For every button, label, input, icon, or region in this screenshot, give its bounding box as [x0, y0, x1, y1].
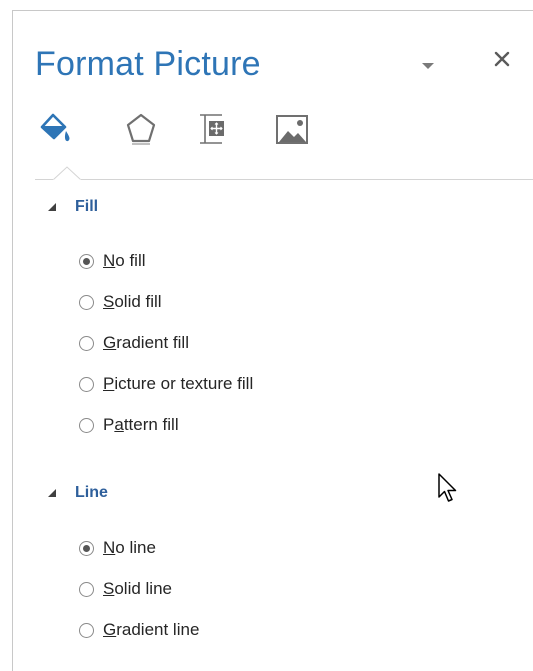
option-label: Solid line: [103, 579, 172, 598]
fill-option-solid-fill[interactable]: Solid fill: [79, 290, 162, 314]
option-label: Pattern fill: [103, 415, 179, 434]
option-label: No line: [103, 538, 156, 557]
radio-button[interactable]: [79, 253, 94, 269]
selected-tab-indicator: [52, 166, 82, 181]
tab-fill-line[interactable]: [35, 109, 75, 153]
tab-size-properties[interactable]: [191, 109, 231, 153]
radio-button[interactable]: [79, 376, 94, 392]
radio-button[interactable]: [79, 294, 94, 310]
line-option-no-line[interactable]: No line: [79, 536, 156, 560]
option-label: Picture or texture fill: [103, 374, 254, 393]
pane-title: Format Picture: [35, 45, 261, 83]
fill-section-label: Fill: [75, 198, 99, 215]
tab-picture[interactable]: [271, 109, 311, 153]
task-pane-options-button[interactable]: [421, 58, 435, 69]
collapse-arrow-icon: [48, 489, 56, 497]
size-properties-icon: [200, 114, 224, 144]
option-label: Gradient line: [103, 620, 200, 639]
option-label: Gradient fill: [103, 333, 189, 352]
option-label: Solid fill: [103, 292, 162, 311]
close-icon: [494, 51, 510, 67]
close-button[interactable]: [492, 49, 512, 69]
radio-button[interactable]: [79, 581, 94, 597]
radio-button[interactable]: [79, 335, 94, 351]
line-option-gradient-line[interactable]: Gradient line: [79, 618, 199, 642]
fill-option-picture-texture-fill[interactable]: Picture or texture fill: [79, 372, 253, 396]
format-picture-pane: Format Picture Fill No fill Solid fill G…: [12, 10, 533, 671]
fill-option-gradient-fill[interactable]: Gradient fill: [79, 331, 189, 355]
radio-button[interactable]: [79, 417, 94, 433]
line-section-header[interactable]: Line: [47, 482, 108, 504]
fill-section-header[interactable]: Fill: [47, 196, 98, 218]
fill-option-no-fill[interactable]: No fill: [79, 249, 146, 273]
collapse-arrow-icon: [48, 203, 56, 211]
line-option-solid-line[interactable]: Solid line: [79, 577, 172, 601]
dropdown-arrow-icon: [422, 63, 434, 69]
fill-line-icon: [40, 113, 70, 142]
radio-button[interactable]: [79, 540, 94, 556]
fill-option-pattern-fill[interactable]: Pattern fill: [79, 413, 179, 437]
picture-icon: [276, 115, 308, 144]
mouse-pointer-icon: [438, 473, 457, 502]
line-section-label: Line: [75, 484, 108, 501]
option-label: No fill: [103, 251, 146, 270]
effects-pentagon-icon: [126, 113, 156, 145]
radio-button[interactable]: [79, 622, 94, 638]
tab-effects[interactable]: [121, 109, 161, 153]
tab-divider: [35, 179, 533, 180]
